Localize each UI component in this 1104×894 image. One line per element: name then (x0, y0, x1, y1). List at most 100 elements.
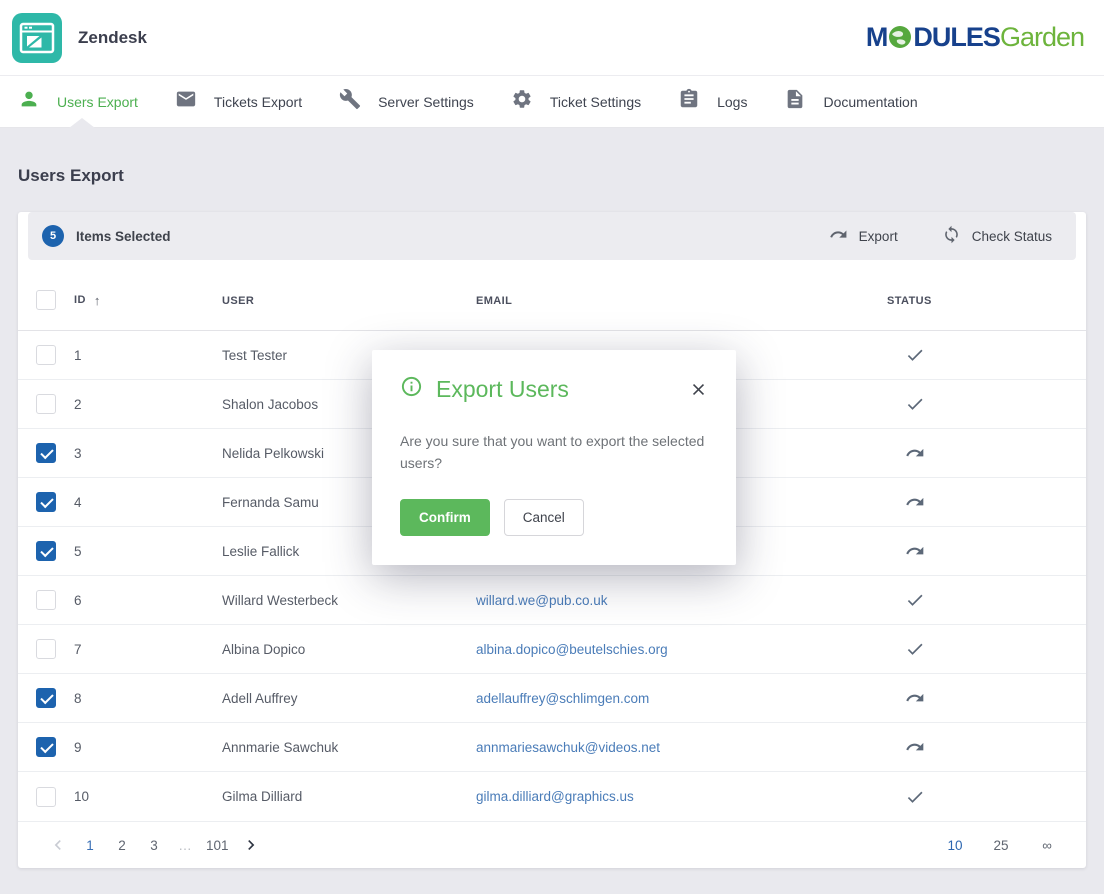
tab-label: Users Export (57, 94, 138, 110)
page-number[interactable]: 2 (112, 838, 132, 853)
dialog-header: Export Users (400, 375, 708, 403)
tab-label: Tickets Export (214, 94, 302, 110)
cell-id: 1 (74, 348, 82, 363)
page: Zendesk M DULES Garden Users Export (0, 0, 1104, 894)
gear-icon (511, 88, 533, 115)
redo-status-icon (887, 541, 1086, 561)
row-checkbox[interactable] (36, 737, 56, 757)
table-header: ID ↑ USER EMAIL STATUS (18, 270, 1086, 331)
selection-toolbar: 5 Items Selected Export Check Status (28, 212, 1076, 260)
cell-user: Willard Westerbeck (222, 593, 338, 608)
check-status-icon (887, 394, 1086, 414)
cell-id: 5 (74, 544, 82, 559)
chevron-right-icon[interactable] (241, 835, 261, 855)
tab-server-settings[interactable]: Server Settings (339, 88, 474, 115)
tab-ticket-settings[interactable]: Ticket Settings (511, 88, 641, 115)
redo-status-icon (887, 688, 1086, 708)
cell-email-link[interactable]: adellauffrey@schlimgen.com (476, 691, 649, 706)
cell-email-link[interactable]: albina.dopico@beutelschies.org (476, 642, 668, 657)
column-header-email[interactable]: EMAIL (476, 295, 512, 307)
cell-user: Test Tester (222, 348, 287, 363)
row-checkbox[interactable] (36, 541, 56, 561)
redo-status-icon (887, 443, 1086, 463)
row-checkbox[interactable] (36, 443, 56, 463)
export-label: Export (859, 229, 898, 244)
row-checkbox[interactable] (36, 688, 56, 708)
tab-label: Ticket Settings (550, 94, 641, 110)
row-checkbox[interactable] (36, 639, 56, 659)
modulesgarden-logo: M DULES Garden (866, 24, 1084, 52)
confirm-button[interactable]: Confirm (400, 499, 490, 536)
zendesk-logo-icon (12, 13, 62, 63)
cell-user: Annmarie Sawchuk (222, 740, 338, 755)
selected-label: Items Selected (76, 229, 171, 244)
row-checkbox[interactable] (36, 345, 56, 365)
row-checkbox[interactable] (36, 492, 56, 512)
cell-user: Leslie Fallick (222, 544, 299, 559)
brand-part1: M (866, 24, 888, 51)
table-row: 7 Albina Dopico albina.dopico@beutelschi… (18, 625, 1086, 674)
cell-id: 3 (74, 446, 82, 461)
cell-email-link[interactable]: gilma.dilliard@graphics.us (476, 789, 634, 804)
export-users-dialog: Export Users Are you sure that you want … (372, 350, 736, 565)
dialog-message: Are you sure that you want to export the… (400, 431, 708, 474)
row-checkbox[interactable] (36, 394, 56, 414)
close-icon[interactable] (689, 380, 708, 399)
cell-id: 2 (74, 397, 82, 412)
redo-status-icon (887, 492, 1086, 512)
cell-id: 8 (74, 691, 82, 706)
page-size-selector: 10 25 ∞ (944, 838, 1058, 853)
cancel-button[interactable]: Cancel (504, 499, 584, 536)
active-tab-caret (69, 118, 95, 128)
page-number[interactable]: 3 (144, 838, 164, 853)
row-checkbox[interactable] (36, 590, 56, 610)
toolbar-actions: Export Check Status (829, 225, 1052, 247)
tab-tickets-export[interactable]: Tickets Export (175, 88, 302, 115)
row-checkbox[interactable] (36, 787, 56, 807)
page-number[interactable]: 1 (80, 838, 100, 853)
page-size-option[interactable]: ∞ (1036, 838, 1058, 853)
check-status-icon (887, 345, 1086, 365)
dialog-title: Export Users (436, 376, 569, 403)
wrench-icon (339, 88, 361, 115)
cell-email-link[interactable]: willard.we@pub.co.uk (476, 593, 608, 608)
check-status-icon (887, 590, 1086, 610)
export-button[interactable]: Export (829, 225, 898, 247)
check-status-label: Check Status (972, 229, 1052, 244)
tab-documentation[interactable]: Documentation (784, 88, 917, 115)
document-icon (784, 88, 806, 115)
top-bar: Zendesk M DULES Garden (0, 0, 1104, 76)
globe-icon (888, 25, 912, 53)
cell-email-link[interactable]: annmariesawchuk@videos.net (476, 740, 660, 755)
column-header-status[interactable]: STATUS (887, 295, 932, 307)
cell-id: 7 (74, 642, 82, 657)
column-header-id[interactable]: ID (74, 294, 86, 306)
cell-user: Shalon Jacobos (222, 397, 318, 412)
tab-logs[interactable]: Logs (678, 88, 747, 115)
check-status-button[interactable]: Check Status (942, 225, 1052, 247)
table-row: 9 Annmarie Sawchuk annmariesawchuk@video… (18, 723, 1086, 772)
envelope-icon (175, 88, 197, 115)
cell-user: Albina Dopico (222, 642, 305, 657)
page-number[interactable]: 101 (206, 838, 229, 853)
sort-ascending-icon[interactable]: ↑ (94, 293, 101, 308)
clipboard-icon (678, 88, 700, 115)
tab-label: Logs (717, 94, 747, 110)
brand-part2: DULES (913, 24, 1000, 51)
column-header-user[interactable]: USER (222, 295, 254, 307)
brand-part3: Garden (1000, 24, 1084, 51)
tab-label: Server Settings (378, 94, 474, 110)
cell-id: 10 (74, 789, 89, 804)
nav-tabs: Users Export Tickets Export Server Setti… (0, 76, 1104, 128)
table-row: 8 Adell Auffrey adellauffrey@schlimgen.c… (18, 674, 1086, 723)
table-row: 10 Gilma Dilliard gilma.dilliard@graphic… (18, 772, 1086, 821)
check-status-icon (887, 639, 1086, 659)
cell-id: 6 (74, 593, 82, 608)
cell-id: 9 (74, 740, 82, 755)
selected-count-badge: 5 (42, 225, 64, 247)
page-size-option[interactable]: 10 (944, 838, 966, 853)
chevron-left-icon[interactable] (48, 835, 68, 855)
page-size-option[interactable]: 25 (990, 838, 1012, 853)
tab-users-export[interactable]: Users Export (18, 88, 138, 115)
select-all-checkbox[interactable] (36, 290, 56, 310)
